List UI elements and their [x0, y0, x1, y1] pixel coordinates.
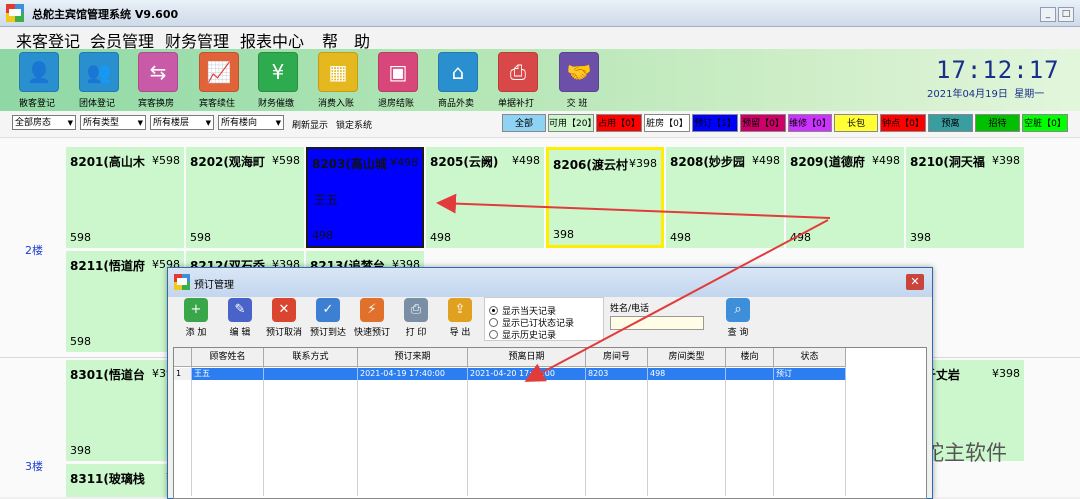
toolbar-button-0[interactable]: 👤 散客登记	[5, 50, 69, 110]
toolbar-label-5: 消费入账	[317, 99, 354, 109]
status-legend-item[interactable]: 钟点【0】	[880, 114, 926, 132]
status-legend-item[interactable]: 维修【0】	[788, 114, 832, 132]
money-hand-icon: ¥	[258, 52, 298, 92]
cash-register-icon: ▦	[318, 52, 358, 92]
toolbar-button-5[interactable]: ▦ 消费入账	[304, 50, 368, 110]
status-legend-item[interactable]: 可用【20】	[548, 114, 596, 132]
status-legend-item[interactable]: 招待	[975, 114, 1020, 132]
toolbar-label-8: 单据补打	[497, 99, 534, 109]
status-legend-item[interactable]: 全部	[502, 114, 546, 132]
printer-icon: ⎙	[498, 52, 538, 92]
status-legend-item[interactable]: 预离	[928, 114, 973, 132]
toolbar-label-1: 团体登记	[78, 99, 115, 109]
door-exchange-icon: ⇆	[138, 52, 178, 92]
toolbar-button-8[interactable]: ⎙ 单据补打	[484, 50, 548, 110]
toolbar-button-3[interactable]: 📈 宾客续住	[185, 50, 249, 110]
arrow-to-row	[524, 219, 829, 382]
handshake-icon: 🤝	[559, 52, 599, 92]
toolbar-button-4[interactable]: ¥ 财务催缴	[244, 50, 308, 110]
toolbar-label-4: 财务催缴	[257, 99, 294, 109]
toolbar-button-1[interactable]: 👥 团体登记	[65, 50, 129, 110]
toolbar-label-9: 交 班	[566, 99, 588, 109]
toolbar-label-2: 宾客换房	[137, 99, 174, 109]
status-legend-item[interactable]: 占用【0】	[596, 114, 642, 132]
person-icon: 👤	[19, 52, 59, 92]
toolbar-label-0: 散客登记	[18, 99, 55, 109]
toolbar-button-6[interactable]: ▣ 退房结账	[364, 50, 428, 110]
status-legend-item[interactable]: 长包	[834, 114, 878, 132]
toolbar-label-3: 宾客续住	[198, 99, 235, 109]
toolbar-label-6: 退房结账	[377, 99, 414, 109]
group-icon: 👥	[79, 52, 119, 92]
arrow-to-room	[436, 193, 831, 219]
status-legend-item[interactable]: 预订【1】	[692, 114, 738, 132]
shop-icon: ⌂	[438, 52, 478, 92]
toolbar-button-7[interactable]: ⌂ 商品外卖	[424, 50, 488, 110]
toolbar-button-9[interactable]: 🤝 交 班	[545, 50, 609, 110]
status-legend-item[interactable]: 脏房【0】	[644, 114, 690, 132]
status-legend-item[interactable]: 空脏【0】	[1022, 114, 1068, 132]
status-legend-item[interactable]: 预留【0】	[740, 114, 786, 132]
toolbar-button-2[interactable]: ⇆ 宾客换房	[124, 50, 188, 110]
trend-chart-icon: 📈	[199, 52, 239, 92]
wallet-icon: ▣	[378, 52, 418, 92]
toolbar-label-7: 商品外卖	[437, 99, 474, 109]
